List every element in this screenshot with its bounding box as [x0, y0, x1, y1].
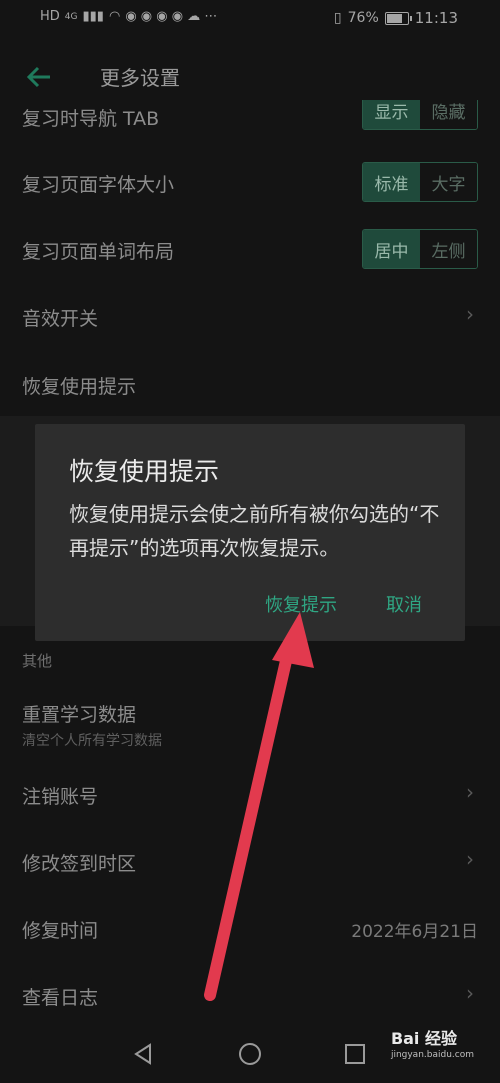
nav-home-icon[interactable] [238, 1042, 262, 1066]
watermark-brand: Bai 经验 [390, 1029, 457, 1048]
annotation-arrow-icon [204, 612, 314, 1001]
nav-back-icon[interactable] [132, 1042, 154, 1066]
nav-recents-icon[interactable] [344, 1043, 366, 1065]
watermark-url: jingyan.baidu.com [390, 1050, 474, 1060]
baidu-jingyan-watermark: Bai 经验 jingyan.baidu.com [391, 1030, 474, 1064]
